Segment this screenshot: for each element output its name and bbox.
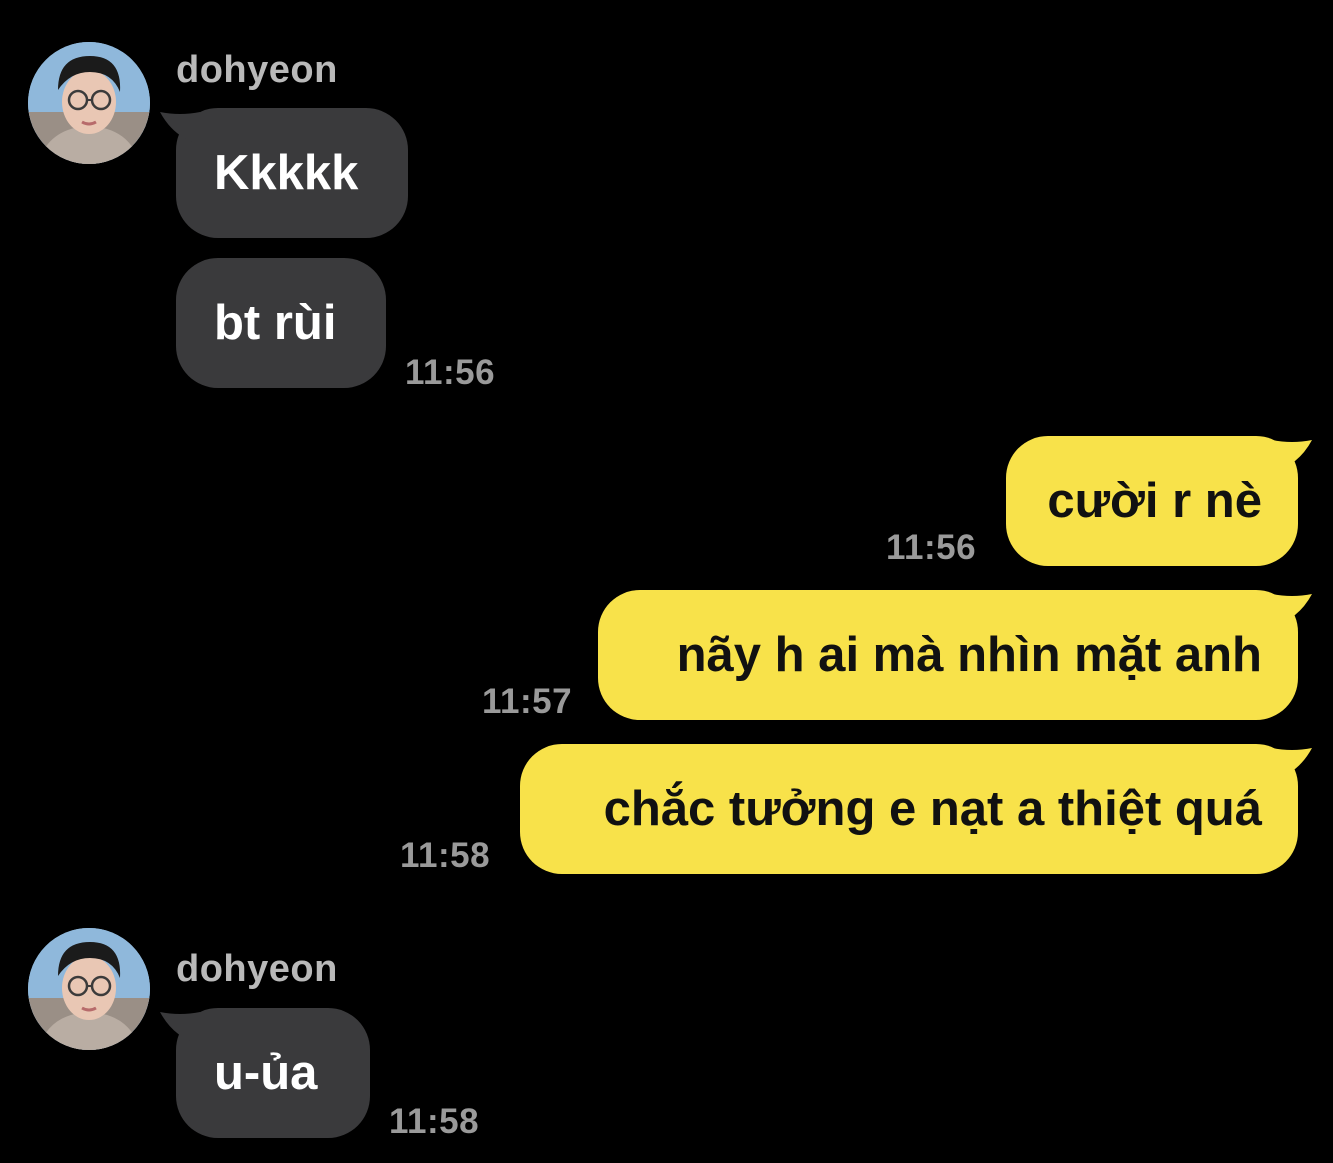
- bubble-tail-icon: [160, 112, 200, 144]
- outgoing-message-bubble[interactable]: nãy h ai mà nhìn mặt anh: [598, 590, 1312, 720]
- message-text: u-ủa: [214, 1046, 318, 1100]
- message-timestamp: 11:56: [405, 353, 496, 392]
- sender-name: dohyeon: [176, 49, 338, 91]
- message-text: Kkkkk: [214, 146, 359, 200]
- message-timestamp: 11:57: [482, 682, 573, 721]
- avatar[interactable]: [28, 42, 150, 164]
- avatar-photo-icon: [28, 42, 150, 164]
- message-text: bt rùi: [214, 296, 337, 350]
- outgoing-message-bubble[interactable]: chắc tưởng e nạt a thiệt quá: [520, 744, 1312, 874]
- message-timestamp: 11:58: [389, 1102, 480, 1141]
- bubble-tail-icon: [1272, 748, 1312, 780]
- message-text: nãy h ai mà nhìn mặt anh: [676, 628, 1262, 682]
- avatar[interactable]: [28, 928, 150, 1050]
- message-text: chắc tưởng e nạt a thiệt quá: [603, 782, 1262, 836]
- bubble-tail-icon: [160, 1012, 200, 1044]
- message-timestamp: 11:56: [886, 528, 977, 567]
- bubble-tail-icon: [1272, 594, 1312, 626]
- incoming-message-bubble[interactable]: u-ủa: [160, 1008, 370, 1138]
- message-text: cười r nè: [1047, 474, 1262, 528]
- outgoing-message-bubble[interactable]: cười r nè: [1006, 436, 1312, 566]
- sender-name: dohyeon: [176, 948, 338, 990]
- incoming-message-bubble[interactable]: bt rùi: [176, 258, 386, 388]
- bubble-tail-icon: [1272, 440, 1312, 472]
- message-timestamp: 11:58: [400, 836, 491, 875]
- chat-thread[interactable]: dohyeon Kkkkk bt rùi 11:56 cười r nè 11:…: [0, 0, 1333, 1163]
- incoming-message-bubble[interactable]: Kkkkk: [160, 108, 408, 238]
- avatar-photo-icon: [28, 928, 150, 1050]
